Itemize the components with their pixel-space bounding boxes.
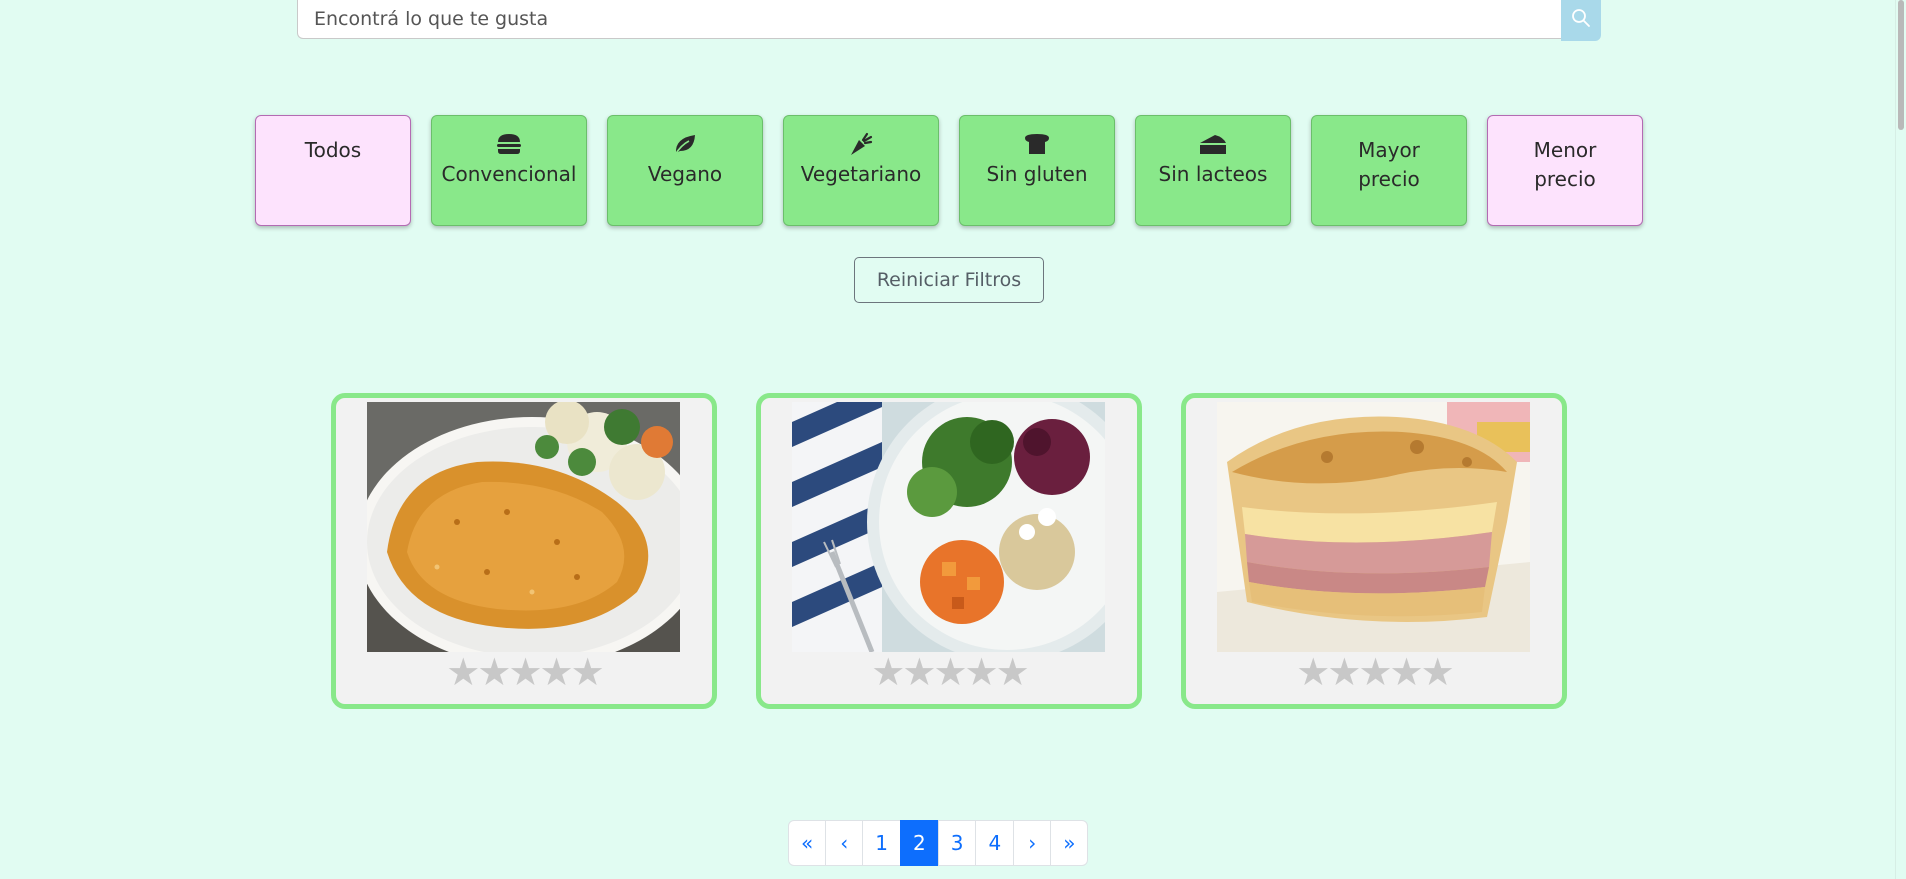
search-button[interactable] bbox=[1561, 0, 1601, 41]
star-icon[interactable]: ★ bbox=[996, 650, 1030, 694]
star-icon[interactable]: ★ bbox=[540, 650, 574, 694]
star-icon[interactable]: ★ bbox=[1296, 650, 1330, 694]
filter-label: Todos bbox=[304, 138, 362, 162]
filter-convencional-button[interactable]: Convencional bbox=[431, 115, 587, 226]
pagination-page-1[interactable]: 1 bbox=[862, 820, 901, 866]
search-input[interactable] bbox=[297, 0, 1561, 39]
product-card[interactable]: ★★★★★ bbox=[331, 393, 717, 709]
star-icon[interactable]: ★ bbox=[902, 650, 936, 694]
bread-icon bbox=[1024, 130, 1050, 158]
page: Todos Convencional Vegano bbox=[0, 0, 1906, 879]
filter-label: Sin lacteos bbox=[1158, 162, 1268, 186]
product-card[interactable]: ★★★★★ bbox=[756, 393, 1142, 709]
filter-mayor-precio-button[interactable]: Mayor precio bbox=[1311, 115, 1467, 226]
cheese-icon bbox=[1199, 130, 1227, 158]
product-image-ham-cheese-pie[interactable] bbox=[1217, 402, 1530, 652]
filter-label: Mayor precio bbox=[1358, 138, 1420, 191]
burger-icon bbox=[496, 130, 522, 158]
rating-stars[interactable]: ★★★★★ bbox=[761, 650, 1137, 694]
pagination-page-3[interactable]: 3 bbox=[937, 820, 977, 866]
filter-sin-gluten-button[interactable]: Sin gluten bbox=[959, 115, 1115, 226]
pagination-page-2[interactable]: 2 bbox=[899, 820, 939, 866]
pagination-next-button[interactable]: › bbox=[1013, 820, 1052, 866]
pagination-first-button[interactable]: « bbox=[788, 820, 827, 866]
reset-filters-button[interactable]: Reiniciar Filtros bbox=[854, 257, 1044, 303]
product-image-salad-bowl[interactable] bbox=[792, 402, 1105, 652]
star-icon[interactable]: ★ bbox=[446, 650, 480, 694]
star-icon[interactable]: ★ bbox=[1327, 650, 1361, 694]
star-icon[interactable]: ★ bbox=[871, 650, 905, 694]
rating-stars[interactable]: ★★★★★ bbox=[336, 650, 712, 694]
filter-vegano-button[interactable]: Vegano bbox=[607, 115, 763, 226]
product-card[interactable]: ★★★★★ bbox=[1181, 393, 1567, 709]
filter-bar: Todos Convencional Vegano Vegetariano Si… bbox=[255, 115, 1643, 226]
filter-todos-button[interactable]: Todos bbox=[255, 115, 411, 226]
pagination-last-button[interactable]: » bbox=[1050, 820, 1089, 866]
star-icon[interactable]: ★ bbox=[477, 650, 511, 694]
filter-label: Convencional bbox=[441, 162, 577, 186]
leaf-icon bbox=[672, 130, 698, 158]
star-icon[interactable]: ★ bbox=[1421, 650, 1455, 694]
filter-label: Vegetariano bbox=[800, 162, 922, 186]
filter-vegetariano-button[interactable]: Vegetariano bbox=[783, 115, 939, 226]
scrollbar-thumb[interactable] bbox=[1898, 0, 1904, 130]
star-icon[interactable]: ★ bbox=[508, 650, 542, 694]
pagination-prev-button[interactable]: ‹ bbox=[825, 820, 864, 866]
pagination: « ‹ 1 2 3 4 › » bbox=[788, 820, 1089, 866]
star-icon[interactable]: ★ bbox=[933, 650, 967, 694]
vertical-scrollbar[interactable] bbox=[1895, 0, 1906, 879]
filter-menor-precio-button[interactable]: Menor precio bbox=[1487, 115, 1643, 226]
pagination-page-4[interactable]: 4 bbox=[975, 820, 1015, 866]
filter-label: Vegano bbox=[647, 162, 723, 186]
search-bar bbox=[297, 0, 1601, 41]
search-icon bbox=[1571, 8, 1591, 31]
star-icon[interactable]: ★ bbox=[1358, 650, 1392, 694]
carrot-icon bbox=[848, 130, 874, 158]
rating-stars[interactable]: ★★★★★ bbox=[1186, 650, 1562, 694]
filter-sin-lacteos-button[interactable]: Sin lacteos bbox=[1135, 115, 1291, 226]
star-icon[interactable]: ★ bbox=[571, 650, 605, 694]
star-icon[interactable]: ★ bbox=[1390, 650, 1424, 694]
filter-label: Sin gluten bbox=[986, 162, 1088, 186]
product-image-milanesa[interactable] bbox=[367, 402, 680, 652]
filter-label: Menor precio bbox=[1533, 138, 1597, 191]
star-icon[interactable]: ★ bbox=[965, 650, 999, 694]
